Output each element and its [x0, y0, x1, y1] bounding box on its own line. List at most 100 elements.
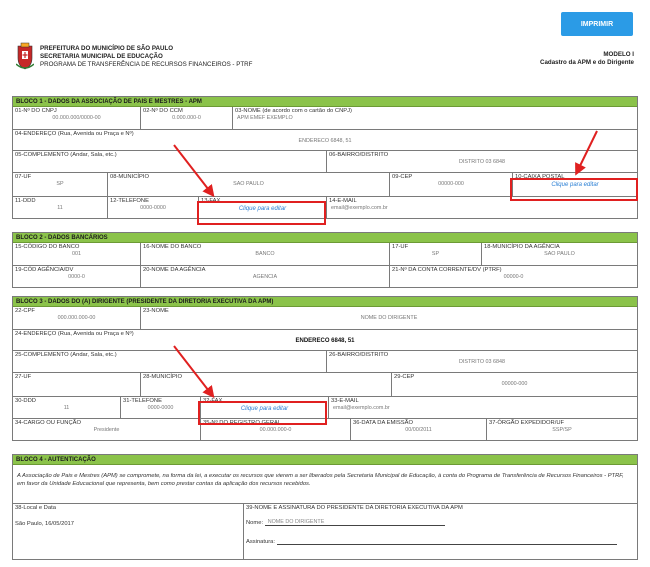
apm-name-value: APM EMEF EXEMPLO: [237, 115, 293, 121]
print-button[interactable]: IMPRIMIR: [561, 12, 633, 36]
complemento-label: 05-COMPLEMENTO (Andar, Sala, etc.): [15, 152, 117, 158]
orgao-expedidor-field: 37-ÓRGÃO EXPEDIDOR/UF SSP/SP: [486, 419, 637, 440]
cep-value: 00000-000: [438, 181, 464, 187]
apm-name-field: 03-NOME (de acordo com o cartão do CNPJ)…: [232, 107, 637, 129]
cod-agencia-label: 19-CÓD AGÊNCIA/DV: [15, 267, 74, 273]
dirigente-fax-label: 32-FAX: [203, 398, 223, 404]
cnpj-label: 01-Nº DO CNPJ: [15, 108, 57, 114]
data-emissao-value: 00/00/2011: [405, 427, 432, 433]
data-emissao-field: 36-DATA DA EMISSÃO 00/00/2011: [350, 419, 486, 440]
cargo-field: 34-CARGO OU FUNÇÃO Presidente: [13, 419, 200, 440]
assinatura-label: 39-NOME E ASSINATURA DO PRESIDENTE DA DI…: [246, 505, 463, 511]
dirigente-bairro-label: 26-BAIRRO/DISTRITO: [329, 352, 389, 358]
assinatura-field: 39-NOME E ASSINATURA DO PRESIDENTE DA DI…: [243, 504, 637, 559]
signature-name-value: NOME DO DIRIGENTE: [264, 519, 445, 526]
email-value: email@exemplo.com.br: [331, 205, 388, 211]
bloco-4-title: BLOCO 4 - AUTENTICAÇÃO: [13, 455, 637, 465]
bloco-1: BLOCO 1 - DADOS DA ASSOCIAÇÃO DE PAIS E …: [12, 96, 638, 219]
orgao-expedidor-value: SSP/SP: [552, 427, 572, 433]
fax-label: 13-FAX: [201, 198, 221, 204]
model-subtitle: Cadastro da APM e do Dirigente: [540, 59, 634, 66]
nome-agencia-field: 20-NOME DA AGÊNCIA AGENCIA: [140, 266, 389, 287]
endereco-label: 04-ENDEREÇO (Rua, Avenida ou Praça e Nº): [15, 131, 134, 137]
municipio-label: 08-MUNICÍPIO: [110, 174, 149, 180]
bloco-1-row-1: 01-Nº DO CNPJ 00.000.000/0000-00 02-Nº D…: [13, 107, 637, 129]
municipio-agencia-label: 18-MUNICÍPIO DA AGÊNCIA: [484, 244, 560, 250]
fax-field[interactable]: 13-FAX Clique para editar: [198, 197, 326, 218]
dirigente-bairro-field: 26-BAIRRO/DISTRITO DISTRITO 03 6848: [326, 351, 637, 372]
bloco-3-row-1: 22-CPF 000.000.000-00 23-NOME NOME DO DI…: [13, 307, 637, 329]
nome-banco-value: BANCO: [255, 251, 275, 257]
orgao-expedidor-label: 37-ÓRGÃO EXPEDIDOR/UF: [489, 420, 565, 426]
local-data-value: São Paulo, 16/05/2017: [15, 521, 74, 527]
conta-corrente-value: 00000-0: [503, 274, 524, 280]
uf-field: 07-UF SP: [13, 173, 107, 196]
dirigente-municipio-label: 28-MUNICÍPIO: [143, 374, 182, 380]
municipio-agencia-field: 18-MUNICÍPIO DA AGÊNCIA SAO PAULO: [481, 243, 637, 265]
cargo-label: 34-CARGO OU FUNÇÃO: [15, 420, 82, 426]
dirigente-nome-label: 23-NOME: [143, 308, 169, 314]
ddd-value: 11: [57, 205, 63, 211]
dirigente-ddd-field: 30-DDD 11: [13, 397, 120, 418]
bloco-3-row-6: 34-CARGO OU FUNÇÃO Presidente 35-Nº DO R…: [13, 418, 637, 440]
dirigente-bairro-value: DISTRITO 03 6848: [458, 359, 506, 365]
dirigente-uf-field: 27-UF: [13, 373, 140, 396]
bloco-2: BLOCO 2 - DADOS BANCÁRIOS 15-CÓDIGO DO B…: [12, 232, 638, 288]
ccm-field: 02-Nº DO CCM 0.000.000-0: [140, 107, 232, 129]
dirigente-endereco-field: 24-ENDEREÇO (Rua, Avenida ou Praça e Nº)…: [13, 330, 637, 350]
fax-edit-link[interactable]: Clique para editar: [201, 206, 324, 212]
dirigente-uf-label: 27-UF: [15, 374, 32, 380]
telefone-label: 12-TELEFONE: [110, 198, 149, 204]
header-institution: PREFEITURA DO MUNICÍPIO DE SÃO PAULO SEC…: [40, 45, 252, 69]
header-model: MODELO I Cadastro da APM e do Dirigente: [540, 51, 634, 67]
bairro-label: 06-BAIRRO/DISTRITO: [329, 152, 389, 158]
cargo-value: Presidente: [93, 427, 120, 433]
caixa-postal-edit-link[interactable]: Clique para editar: [515, 182, 635, 188]
local-data-label: 38-Local e Data: [15, 505, 56, 511]
bairro-field: 06-BAIRRO/DISTRITO DISTRITO 03 6848: [326, 151, 637, 172]
dirigente-endereco-value: ENDERECO 6848, 51: [295, 338, 355, 344]
bloco-3-title: BLOCO 3 - DADOS DO (A) DIRIGENTE (PRESID…: [13, 297, 637, 307]
authentication-text: A Associação de Pais e Mestres (APM) se …: [17, 473, 624, 487]
conta-corrente-label: 21-Nº DA CONTA CORRENTE/DV (PTRF): [392, 267, 502, 273]
caixa-postal-label: 10-CAIXA POSTAL: [515, 174, 565, 180]
endereco-field: 04-ENDEREÇO (Rua, Avenida ou Praça e Nº)…: [13, 130, 637, 150]
dirigente-telefone-label: 31-TELEFONE: [123, 398, 162, 404]
uf-label: 07-UF: [15, 174, 32, 180]
bloco-2-row-1: 15-CÓDIGO DO BANCO 001 16-NOME DO BANCO …: [13, 243, 637, 265]
rg-label: 35-Nº DO REGISTRO GERAL: [203, 420, 282, 426]
cpf-field: 22-CPF 000.000.000-00: [13, 307, 140, 329]
codigo-banco-label: 15-CÓDIGO DO BANCO: [15, 244, 80, 250]
nome-banco-field: 16-NOME DO BANCO BANCO: [140, 243, 389, 265]
municipio-field: 08-MUNICÍPIO SAO PAULO: [107, 173, 389, 196]
bloco-2-title: BLOCO 2 - DADOS BANCÁRIOS: [13, 233, 637, 243]
dirigente-endereco-label: 24-ENDEREÇO (Rua, Avenida ou Praça e Nº): [15, 331, 134, 337]
cod-agencia-value: 0000-0: [68, 274, 85, 280]
bloco-1-row-4: 07-UF SP 08-MUNICÍPIO SAO PAULO 09-CEP 0…: [13, 172, 637, 196]
bloco-3: BLOCO 3 - DADOS DO (A) DIRIGENTE (PRESID…: [12, 296, 638, 441]
dirigente-nome-value: NOME DO DIRIGENTE: [360, 315, 418, 321]
rg-value: 00.000.000-0: [259, 427, 292, 433]
banco-uf-field: 17-UF SP: [389, 243, 481, 265]
bloco-1-row-2: 04-ENDEREÇO (Rua, Avenida ou Praça e Nº)…: [13, 129, 637, 150]
codigo-banco-field: 15-CÓDIGO DO BANCO 001: [13, 243, 140, 265]
caixa-postal-field[interactable]: 10-CAIXA POSTAL Clique para editar: [512, 173, 637, 196]
dirigente-telefone-field: 31-TELEFONE 0000-0000: [120, 397, 200, 418]
email-field: 14-E-MAIL email@exemplo.com.br: [326, 197, 637, 218]
bloco-1-row-3: 05-COMPLEMENTO (Andar, Sala, etc.) 06-BA…: [13, 150, 637, 172]
bloco-1-row-5: 11-DDD 11 12-TELEFONE 0000-0000 13-FAX C…: [13, 196, 637, 218]
bloco-3-row-2: 24-ENDEREÇO (Rua, Avenida ou Praça e Nº)…: [13, 329, 637, 350]
ddd-label: 11-DDD: [15, 198, 36, 204]
dirigente-municipio-field: 28-MUNICÍPIO: [140, 373, 391, 396]
ddd-field: 11-DDD 11: [13, 197, 107, 218]
signature-name-label: Nome:: [246, 520, 264, 526]
dirigente-complemento-label: 25-COMPLEMENTO (Andar, Sala, etc.): [15, 352, 117, 358]
dirigente-fax-edit-link[interactable]: Clique para editar: [203, 406, 326, 412]
cep-field: 09-CEP 00000-000: [389, 173, 512, 196]
dirigente-email-value: email@exemplo.com.br: [333, 405, 390, 411]
telefone-value: 0000-0000: [140, 205, 166, 211]
dirigente-fax-field[interactable]: 32-FAX Clique para editar: [200, 397, 328, 418]
telefone-field: 12-TELEFONE 0000-0000: [107, 197, 198, 218]
codigo-banco-value: 001: [72, 251, 81, 257]
dirigente-complemento-field: 25-COMPLEMENTO (Andar, Sala, etc.): [13, 351, 326, 372]
